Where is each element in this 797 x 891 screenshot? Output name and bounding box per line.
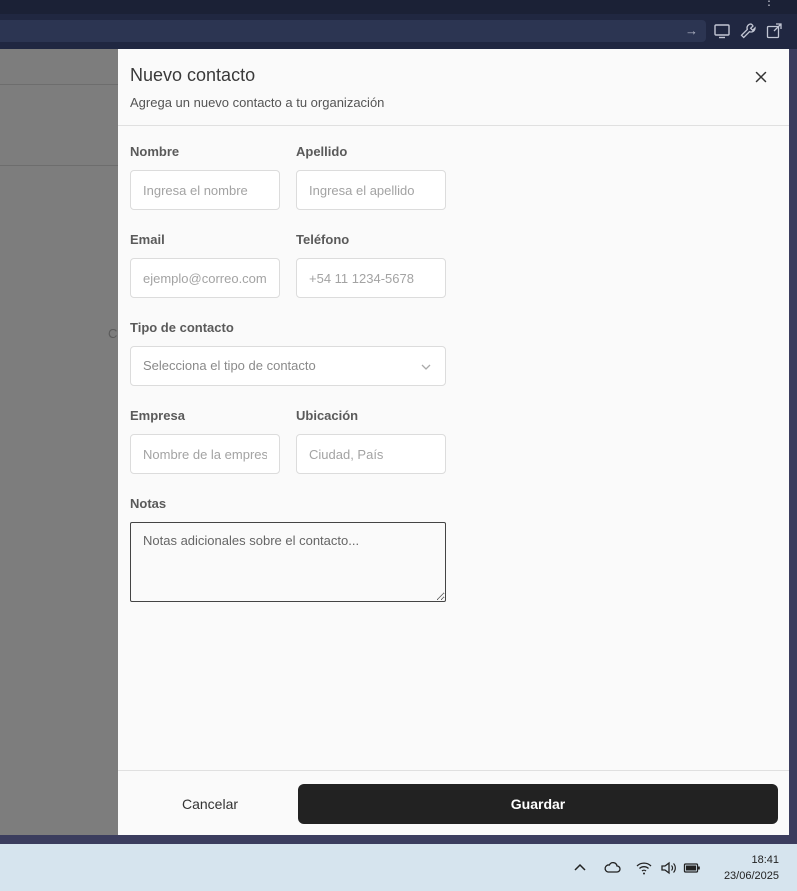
empresa-label: Empresa bbox=[130, 408, 185, 423]
telefono-input[interactable] bbox=[296, 258, 446, 298]
footer-divider bbox=[118, 770, 789, 771]
chevron-up-icon[interactable] bbox=[571, 859, 589, 877]
close-button[interactable] bbox=[751, 67, 771, 87]
notas-label: Notas bbox=[130, 496, 167, 511]
save-button[interactable]: Guardar bbox=[298, 784, 778, 824]
clock-date: 23/06/2025 bbox=[723, 870, 779, 882]
apellido-input[interactable] bbox=[296, 170, 446, 210]
cancel-button[interactable]: Cancelar bbox=[130, 784, 290, 824]
nombre-label: Nombre bbox=[130, 144, 180, 159]
new-contact-dialog: Nuevo contacto Agrega un nuevo contacto … bbox=[118, 49, 789, 835]
close-icon bbox=[755, 71, 767, 83]
dialog-subtitle: Agrega un nuevo contacto a tu organizaci… bbox=[130, 95, 385, 110]
taskbar: 18:41 23/06/2025 bbox=[0, 844, 797, 891]
empresa-input[interactable] bbox=[130, 434, 280, 474]
address-bar[interactable]: → bbox=[0, 20, 706, 42]
ubicacion-input[interactable] bbox=[296, 434, 446, 474]
clock-time: 18:41 bbox=[751, 854, 779, 866]
battery-icon[interactable] bbox=[683, 859, 701, 877]
volume-icon[interactable] bbox=[659, 859, 677, 877]
telefono-label: Teléfono bbox=[296, 232, 350, 247]
email-input[interactable] bbox=[130, 258, 280, 298]
more-vert-icon[interactable]: ⋮ bbox=[763, 0, 775, 8]
cloud-icon[interactable] bbox=[603, 859, 621, 877]
browser-top-bar: ⋮ bbox=[0, 0, 797, 14]
background-text: C bbox=[108, 326, 118, 341]
arrow-right-icon[interactable]: → bbox=[685, 23, 698, 38]
tipo-contacto-label: Tipo de contacto bbox=[130, 320, 234, 335]
divider bbox=[0, 165, 118, 166]
chevron-down-icon bbox=[419, 360, 433, 374]
nombre-input[interactable] bbox=[130, 170, 280, 210]
divider bbox=[0, 84, 118, 85]
notas-textarea[interactable] bbox=[130, 522, 446, 602]
system-clock[interactable]: 18:41 23/06/2025 bbox=[724, 852, 779, 884]
email-label: Email bbox=[130, 232, 165, 247]
header-divider bbox=[118, 125, 789, 126]
browser-toolbar: → bbox=[0, 14, 797, 49]
wifi-icon[interactable] bbox=[635, 859, 653, 877]
window-edge bbox=[0, 835, 797, 844]
ubicacion-label: Ubicación bbox=[296, 408, 359, 423]
apellido-label: Apellido bbox=[296, 144, 348, 159]
tipo-contacto-select[interactable]: Selecciona el tipo de contacto bbox=[130, 346, 446, 386]
dialog-title: Nuevo contacto bbox=[130, 65, 256, 85]
open-external-icon[interactable] bbox=[765, 22, 783, 40]
select-placeholder: Selecciona el tipo de contacto bbox=[143, 358, 316, 373]
wrench-icon[interactable] bbox=[739, 22, 757, 40]
cast-icon[interactable] bbox=[713, 22, 731, 40]
window-edge bbox=[789, 49, 797, 835]
